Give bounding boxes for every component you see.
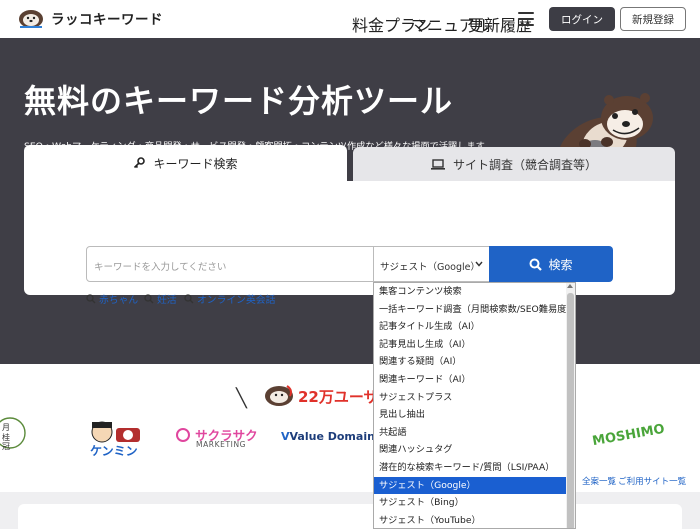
- brand-moshimo-text: MOSHIMO: [591, 421, 666, 450]
- search-button[interactable]: 検索: [489, 246, 613, 282]
- suggestion-link[interactable]: オンライン英会話: [184, 292, 275, 306]
- dropdown-option[interactable]: 一括キーワード調査（月間検索数/SEO難易度）: [374, 301, 575, 319]
- search-type-dropdown[interactable]: 集客コンテンツ検索 一括キーワード調査（月間検索数/SEO難易度） 記事タイトル生成…: [373, 282, 576, 529]
- search-icon: [529, 258, 543, 271]
- suggestion-text: 妊活: [157, 295, 177, 306]
- chevron-right-icon: ›: [612, 477, 616, 487]
- brand-moshimo: MOSHIMO: [591, 422, 666, 449]
- link-all-list[interactable]: 全案一覧: [582, 475, 616, 487]
- suggestion-link[interactable]: 赤ちゃん: [86, 292, 138, 306]
- logo[interactable]: ラッコキーワード: [16, 6, 163, 30]
- menu-icon[interactable]: [518, 12, 534, 26]
- brand-valuedomain: VValue Domain: [281, 430, 375, 443]
- search-type-select[interactable]: サジェスト（Google）: [373, 246, 490, 282]
- chevron-down-icon: [475, 260, 483, 269]
- login-button[interactable]: ログイン: [549, 7, 615, 31]
- scrollbar-thumb[interactable]: [567, 293, 574, 528]
- dropdown-list: 集客コンテンツ検索 一括キーワード調査（月間検索数/SEO難易度） 記事タイトル生成…: [374, 283, 575, 528]
- key-icon: [133, 157, 146, 169]
- search-icon: [144, 294, 154, 304]
- laptop-icon: [430, 158, 445, 170]
- hero-title: 無料のキーワード分析ツール: [24, 82, 454, 120]
- site-header: ラッコキーワード 料金プラン マニュアル 更新履歴 ログイン 新規登録: [0, 0, 700, 38]
- dropdown-option[interactable]: サジェスト（YouTube）: [374, 512, 567, 528]
- dropdown-option[interactable]: 共起語: [374, 424, 567, 442]
- logo-text: ラッコキーワード: [51, 12, 163, 28]
- v-logo-icon: V: [281, 430, 290, 443]
- brand-sakurasaku-sub: MARKETING: [196, 440, 247, 449]
- link-all-list-label: 全案一覧: [582, 477, 617, 487]
- user-count-text: 22万ユーザ: [298, 388, 379, 406]
- tab-keyword-label: キーワード検索: [153, 156, 238, 171]
- dropdown-option[interactable]: 集客コンテンツ検索: [374, 283, 567, 301]
- dropdown-option[interactable]: 関連ハッシュタグ: [374, 441, 567, 459]
- dropdown-option[interactable]: 記事タイトル生成（AI）: [374, 318, 567, 336]
- search-button-label: 検索: [548, 257, 573, 272]
- svg-text:冠: 冠: [2, 442, 10, 450]
- svg-text:桂: 桂: [2, 432, 10, 442]
- svg-text:月: 月: [2, 423, 10, 432]
- scroll-up-icon[interactable]: [567, 284, 573, 288]
- tab-site-label: サイト調査（競合調査等）: [452, 157, 597, 172]
- suggestion-text: 赤ちゃん: [99, 295, 139, 306]
- brand-sakurasaku: サクラサク MARKETING: [176, 424, 258, 449]
- dropdown-option[interactable]: サジェストプラス: [374, 389, 567, 407]
- brand-kenmin-text: ケンミン: [90, 444, 138, 458]
- register-button[interactable]: 新規登録: [620, 7, 686, 31]
- link-site-list[interactable]: › ご利用サイト一覧: [612, 475, 686, 487]
- brand-logo-left: 月桂冠: [0, 416, 28, 454]
- otter-logo-icon: [19, 10, 43, 28]
- dropdown-option[interactable]: 記事見出し生成（AI）: [374, 336, 567, 354]
- search-icon: [86, 294, 96, 304]
- dropdown-option[interactable]: サジェスト（Bing）: [374, 494, 567, 512]
- tab-site-research[interactable]: サイト調査（競合調査等）: [353, 147, 675, 181]
- dropdown-option[interactable]: 見出し抽出: [374, 406, 567, 424]
- flower-icon: [176, 427, 190, 442]
- search-type-value: サジェスト（Google）: [380, 262, 481, 273]
- brand-kenmin: ケンミン: [86, 418, 166, 462]
- dropdown-option[interactable]: 潜在的な検索キーワード/質問（LSI/PAA）: [374, 459, 567, 477]
- link-site-list-label: ご利用サイト一覧: [618, 477, 687, 487]
- suggestion-link[interactable]: 妊活: [144, 292, 177, 306]
- dropdown-option[interactable]: 関連キーワード（AI）: [374, 371, 567, 389]
- keyword-search-input[interactable]: キーワードを入力してください: [86, 246, 374, 282]
- otter-icon: [265, 385, 293, 406]
- dropdown-option[interactable]: 関連する疑問（AI）: [374, 353, 567, 371]
- dropdown-option[interactable]: サジェスト（Google）: [374, 476, 567, 495]
- decorative-slash: ╲: [236, 388, 247, 409]
- suggestion-text: オンライン英会話: [197, 295, 276, 306]
- brand-valuedomain-text: Value Domain: [289, 430, 375, 443]
- tab-keyword-search[interactable]: キーワード検索: [24, 145, 347, 181]
- search-icon: [184, 294, 194, 304]
- bottom-card: [18, 504, 682, 529]
- dropdown-scrollbar[interactable]: [566, 283, 575, 528]
